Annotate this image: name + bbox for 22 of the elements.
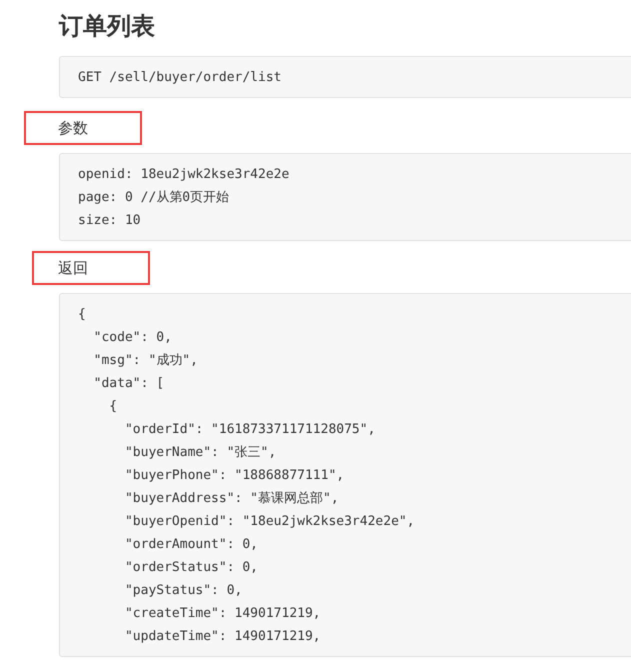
code-line: "buyerOpenid": "18eu2jwk2kse3r42e2e", [124,513,416,531]
code-line: "buyerAddress": "慕课网总部", [124,490,340,508]
code-line: GET /sell/buyer/order/list [78,69,282,87]
code-line: "code": 0, [92,329,173,347]
code-line: { [78,306,87,324]
section-heading: 返回 [32,251,150,285]
section-heading: 参数 [24,111,142,145]
code-line: "buyerName": "张三", [124,444,278,462]
page-title: 订单列表 [59,11,156,42]
code-line: "orderId": "161873371171128075", [124,421,376,439]
code-line: openid: 18eu2jwk2kse3r42e2e [78,166,290,184]
code-line: "payStatus": 0, [124,582,244,600]
code-line: "buyerPhone": "18868877111", [124,467,346,485]
code-line: "data": [ [92,375,166,393]
code-line: "orderAmount": 0, [124,536,260,554]
code-line: "orderStatus": 0, [124,559,260,577]
code-line: page: 0 //从第0页开始 [78,189,230,207]
code-line: { [108,398,118,416]
code-line: "msg": "成功", [92,352,199,370]
code-line: "updateTime": 1490171219, [124,628,322,646]
code-line: size: 10 [78,212,142,230]
code-line: "createTime": 1490171219, [124,605,322,623]
